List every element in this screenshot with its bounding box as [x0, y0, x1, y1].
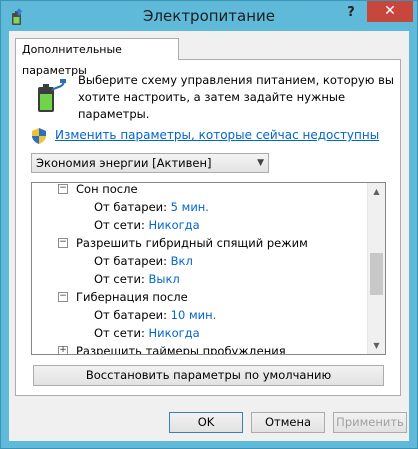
tree-group-item[interactable]: − Гибернация после	[58, 288, 188, 306]
vertical-scrollbar[interactable]: ▲ ▼	[367, 183, 385, 354]
uac-shield-icon	[32, 128, 46, 144]
tree-group-label: Разрешить гибридный спящий режим	[76, 236, 308, 250]
setting-value-link[interactable]: 10 мин.	[171, 308, 217, 322]
apply-button[interactable]: Применить	[333, 412, 407, 433]
change-unavailable-settings-link[interactable]: Изменить параметры, которые сейчас недос…	[55, 128, 379, 142]
settings-tree[interactable]: − Сон после От батареи: 5 мин. От сети: Ник…	[31, 182, 386, 355]
setting-value-link[interactable]: 5 мин.	[171, 200, 209, 214]
tree-setting-item[interactable]: От сети: Никогда	[94, 324, 200, 342]
tree-setting-item[interactable]: От сети: Выкл	[94, 270, 180, 288]
instruction-text: Выберите схему управления питанием, кото…	[78, 73, 394, 121]
tab-panel: Выберите схему управления питанием, кото…	[15, 59, 401, 396]
collapse-icon[interactable]: −	[58, 238, 68, 248]
battery-plug-icon	[38, 79, 66, 112]
dialog-client-area: Дополнительные параметры Выберите схему …	[9, 31, 409, 441]
setting-value-link[interactable]: Вкл	[171, 254, 193, 268]
tree-group-label: Разрешить таймеры пробуждения	[76, 344, 286, 354]
chevron-down-icon: ▼	[257, 158, 264, 168]
cancel-button[interactable]: Отмена	[251, 412, 325, 433]
scroll-thumb[interactable]	[370, 253, 383, 295]
setting-value-link[interactable]: Никогда	[149, 218, 200, 232]
scroll-down-arrow-icon[interactable]: ▼	[368, 337, 385, 354]
tree-setting-item[interactable]: От батареи: 5 мин.	[94, 198, 209, 216]
tree-group-label: Гибернация после	[76, 290, 188, 304]
setting-label: От батареи:	[94, 254, 168, 268]
tree-setting-item[interactable]: От сети: Никогда	[94, 216, 200, 234]
setting-label: От батареи:	[94, 200, 168, 214]
ok-button[interactable]: OK	[169, 412, 243, 433]
setting-label: От сети:	[94, 272, 145, 286]
tree-setting-item[interactable]: От батареи: 10 мин.	[94, 306, 216, 324]
restore-defaults-button[interactable]: Восстановить параметры по умолчанию	[33, 365, 384, 386]
tree-group-label: Сон после	[76, 183, 138, 196]
tree-group-item[interactable]: − Сон после	[58, 183, 138, 198]
help-button[interactable]: ?	[336, 3, 366, 23]
expand-icon[interactable]: +	[58, 346, 68, 354]
power-plan-selected-value: Экономия энергии [Активен]	[36, 156, 212, 170]
setting-value-link[interactable]: Никогда	[149, 326, 200, 340]
tree-group-item[interactable]: + Разрешить таймеры пробуждения	[58, 342, 286, 354]
setting-value-link[interactable]: Выкл	[149, 272, 180, 286]
tree-group-item[interactable]: − Разрешить гибридный спящий режим	[58, 234, 308, 252]
power-options-dialog: Электропитание ? ✕ Дополнительные параме…	[0, 0, 418, 449]
collapse-icon[interactable]: −	[58, 292, 68, 302]
power-plan-select[interactable]: Экономия энергии [Активен] ▼	[31, 153, 269, 173]
tab-advanced-settings[interactable]: Дополнительные параметры	[15, 38, 179, 77]
close-button[interactable]: ✕	[367, 1, 413, 22]
setting-label: От сети:	[94, 218, 145, 232]
setting-label: От сети:	[94, 326, 145, 340]
scroll-up-arrow-icon[interactable]: ▲	[368, 183, 385, 200]
setting-label: От батареи:	[94, 308, 168, 322]
tree-setting-item[interactable]: От батареи: Вкл	[94, 252, 193, 270]
title-bar[interactable]: Электропитание ? ✕	[1, 1, 417, 31]
collapse-icon[interactable]: −	[58, 184, 68, 194]
settings-tree-list: − Сон после От батареи: 5 мин. От сети: Ник…	[32, 183, 368, 354]
